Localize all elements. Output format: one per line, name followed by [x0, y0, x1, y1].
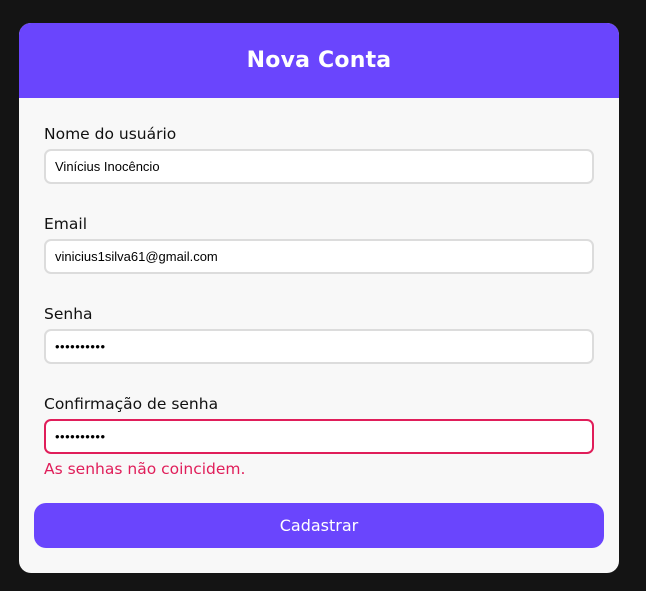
confirm-password-input[interactable]	[44, 419, 594, 454]
username-input[interactable]	[44, 149, 594, 184]
username-label: Nome do usuário	[44, 125, 177, 143]
username-field-group: Nome do usuário	[44, 123, 594, 184]
password-input[interactable]	[44, 329, 594, 364]
password-label: Senha	[44, 305, 93, 323]
register-button[interactable]: Cadastrar	[34, 503, 604, 548]
email-field-group: Email	[44, 213, 594, 274]
email-label: Email	[44, 215, 88, 233]
card-header: Nova Conta	[19, 23, 619, 98]
password-mismatch-error: As senhas não coincidem.	[44, 460, 246, 478]
page-title: Nova Conta	[246, 48, 392, 73]
signup-card: Nova Conta Nome do usuário Email Senha C…	[19, 23, 619, 573]
confirm-password-label: Confirmação de senha	[44, 395, 219, 413]
confirm-password-field-group: Confirmação de senha As senhas não coinc…	[44, 393, 594, 480]
email-input[interactable]	[44, 239, 594, 274]
password-field-group: Senha	[44, 303, 594, 364]
